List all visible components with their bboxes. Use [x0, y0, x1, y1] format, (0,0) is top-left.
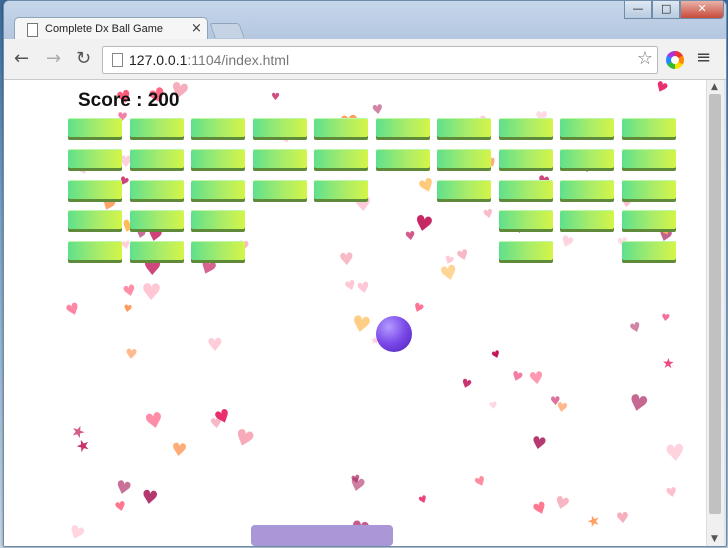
page-icon: [112, 53, 123, 67]
back-button[interactable]: ←: [14, 48, 29, 69]
brick: [314, 148, 368, 171]
tab-title: Complete Dx Ball Game: [45, 23, 163, 35]
brick: [68, 210, 122, 233]
scrollbar-thumb[interactable]: [709, 94, 721, 514]
brick: [560, 118, 614, 140]
brick: [621, 241, 676, 264]
vertical-scrollbar[interactable]: ▲ ▼: [706, 80, 724, 546]
bookmark-star-icon[interactable]: ☆: [637, 48, 653, 69]
new-tab-button[interactable]: [209, 23, 245, 38]
brick: [314, 118, 368, 140]
brick: [498, 118, 553, 140]
brick: [437, 179, 491, 202]
brick: [314, 179, 368, 202]
brick: [560, 179, 614, 202]
brick: [498, 148, 553, 171]
brick: [498, 241, 553, 264]
window-controls: — □ ✕: [624, 1, 724, 19]
game-area[interactable]: Score : 200: [62, 80, 684, 546]
brick: [191, 118, 245, 140]
brick: [129, 210, 184, 233]
brick: [191, 241, 245, 264]
brick: [560, 210, 614, 233]
brick: [621, 179, 676, 202]
brick: [498, 210, 553, 233]
address-bar[interactable]: 127.0.0.1:1104/index.html ☆: [102, 46, 658, 74]
paddle-icon[interactable]: [251, 525, 393, 546]
brick: [375, 118, 430, 140]
brick: [437, 118, 491, 140]
brick: [129, 118, 184, 140]
brick: [252, 118, 307, 140]
page-viewport: ★♥♥♥♥♥♥♥♥♥♥♥♥♥♥♥♥♥♥♥♥♥♥★♥♥♥♥♥♥♥♥♥♥♥♥♥♥♥♥…: [4, 80, 706, 546]
brick: [191, 179, 245, 202]
close-button[interactable]: ✕: [680, 1, 724, 19]
brick: [68, 148, 122, 171]
brick: [252, 148, 307, 171]
browser-window: Complete Dx Ball Game × — □ ✕ ← → ↻ 127.…: [3, 0, 727, 547]
brick: [252, 179, 307, 202]
reload-button[interactable]: ↻: [76, 48, 91, 69]
brick: [68, 241, 122, 264]
brick: [621, 210, 676, 233]
brick: [68, 179, 122, 202]
brick: [560, 148, 614, 171]
minimize-button[interactable]: —: [624, 1, 653, 19]
forward-button[interactable]: →: [46, 48, 61, 69]
brick: [191, 148, 245, 171]
scroll-down-icon[interactable]: ▼: [711, 534, 718, 544]
brick: [498, 179, 553, 202]
brick: [621, 118, 676, 140]
brick: [129, 241, 184, 264]
url-host: 127.0.0.1: [129, 52, 188, 68]
brick: [191, 210, 245, 233]
extension-icon[interactable]: [666, 51, 684, 69]
brick: [68, 118, 122, 140]
menu-icon[interactable]: ≡: [696, 47, 711, 68]
title-bar: Complete Dx Ball Game × — □ ✕: [4, 1, 726, 42]
tab-close-icon[interactable]: ×: [191, 21, 202, 36]
maximize-button[interactable]: □: [652, 1, 681, 19]
scroll-up-icon[interactable]: ▲: [711, 82, 718, 92]
brick: [375, 148, 430, 171]
url-text: 127.0.0.1:1104/index.html: [129, 52, 289, 68]
page-icon: [27, 23, 38, 37]
brick: [129, 148, 184, 171]
ball-icon: [376, 316, 412, 352]
brick: [621, 148, 676, 171]
brick: [437, 148, 491, 171]
browser-toolbar: ← → ↻ 127.0.0.1:1104/index.html ☆ ≡: [4, 39, 726, 80]
brick: [129, 179, 184, 202]
score-label: Score : 200: [78, 90, 180, 111]
url-path: :1104/index.html: [187, 52, 290, 68]
